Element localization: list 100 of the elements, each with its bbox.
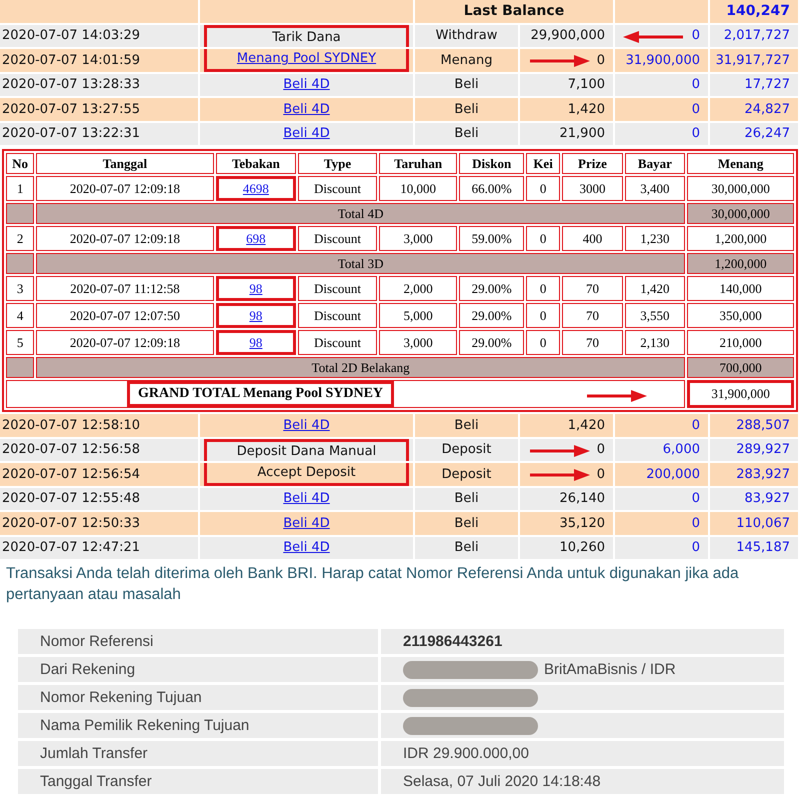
- table-cell: 2020-07-07 13:22:31: [0, 122, 200, 147]
- subtotal-label: Total 4D: [36, 203, 686, 224]
- table-cell: 4: [6, 303, 34, 328]
- table-cell: Withdraw: [415, 24, 520, 49]
- detail-value: 211986443261: [403, 633, 502, 650]
- table-cell: Beli: [415, 122, 520, 147]
- column-header: Tebakan: [216, 153, 296, 174]
- table-cell: 66.00%: [459, 176, 524, 201]
- table-cell: 0: [526, 330, 560, 355]
- table-cell: 2020-07-07 12:55:48: [0, 488, 200, 512]
- credit-amount: 0: [692, 126, 700, 142]
- detail-label: Nomor Referensi: [40, 633, 154, 650]
- table-cell: 1: [6, 176, 34, 201]
- table-cell: Discount: [298, 176, 377, 201]
- table-cell: Discount: [298, 276, 377, 301]
- credit-amount: 0: [692, 102, 700, 117]
- debit-amount: 0: [596, 52, 605, 68]
- detail-label: Tanggal Transfer: [40, 773, 152, 790]
- table-cell: 2020-07-07 13:27:55: [0, 98, 200, 122]
- transaction-link[interactable]: Beli 4D: [283, 102, 330, 117]
- table-cell: 289,927: [710, 438, 800, 463]
- debit-amount: 0: [596, 466, 605, 482]
- table-cell: 0: [526, 226, 560, 251]
- annotation-arrow-icon: [530, 55, 590, 67]
- table-cell: 0: [526, 176, 560, 201]
- subtotal-label: Total 2D Belakang: [36, 357, 686, 378]
- table-cell: 2: [6, 226, 34, 251]
- table-cell: 31,917,727: [710, 49, 800, 74]
- table-cell: Deposit: [415, 438, 520, 463]
- transaction-description: Deposit Dana Manual: [236, 444, 376, 459]
- grand-total-label: GRAND TOTAL Menang Pool SYDNEY: [127, 381, 394, 407]
- table-cell: 3,000: [378, 330, 458, 355]
- annotation-arrow-icon: [530, 444, 590, 456]
- table-cell: 2020-07-07 12:47:21: [0, 536, 200, 561]
- table-cell: Beli: [415, 74, 520, 98]
- table-cell: 2020-07-07 12:09:18: [36, 226, 214, 251]
- subtotal-value: 30,000,000: [687, 203, 794, 224]
- table-cell: 83,927: [710, 488, 800, 512]
- table-cell: 2020-07-07 12:58:10: [0, 414, 200, 438]
- debit-amount: 7,100: [568, 77, 605, 92]
- transaction-link[interactable]: Beli 4D: [283, 126, 330, 142]
- table-cell: 1,420: [624, 276, 686, 301]
- transaction-link[interactable]: Beli 4D: [283, 516, 330, 531]
- last-balance-label: Last Balance: [415, 0, 615, 24]
- guess-link[interactable]: 98: [249, 280, 262, 296]
- table-cell: Beli: [415, 536, 520, 561]
- table-cell: 5,000: [378, 303, 458, 328]
- detail-value: BritAmaBisnis / IDR: [544, 661, 676, 678]
- table-cell: 2020-07-07 13:28:33: [0, 74, 200, 98]
- credit-amount: 0: [692, 491, 700, 506]
- table-cell: 70: [562, 276, 623, 301]
- table-cell: 1,200,000: [687, 226, 794, 251]
- column-header: Bayar: [624, 153, 686, 174]
- column-header: Tanggal: [36, 153, 214, 174]
- table-cell: 5: [6, 330, 34, 355]
- table-cell: 26,247: [710, 122, 800, 147]
- credit-amount: 0: [692, 77, 700, 92]
- debit-amount: 35,120: [560, 516, 605, 531]
- table-cell: Menang: [415, 49, 520, 74]
- guess-link[interactable]: 98: [249, 308, 262, 322]
- annotation-arrow-icon: [530, 469, 590, 481]
- transaction-link[interactable]: Beli 4D: [283, 491, 330, 506]
- table-cell: 2020-07-07 12:09:18: [36, 176, 214, 201]
- table-cell: Discount: [298, 330, 377, 355]
- guess-link[interactable]: 4698: [242, 180, 269, 196]
- transaction-description: Tarik Dana: [272, 30, 341, 45]
- table-cell: 3000: [562, 176, 623, 201]
- table-cell: 145,187: [710, 536, 800, 561]
- transaction-link[interactable]: Beli 4D: [283, 540, 330, 556]
- debit-amount: 21,900: [560, 126, 605, 142]
- table-cell: 2020-07-07 12:07:50: [36, 303, 214, 328]
- credit-amount: 0: [692, 28, 700, 44]
- table-cell: 29.00%: [459, 276, 524, 301]
- table-cell: 140,000: [687, 276, 794, 301]
- detail-label: Nomor Rekening Tujuan: [40, 689, 202, 706]
- table-cell: 2020-07-07 11:12:58: [36, 276, 214, 301]
- table-cell: 110,067: [710, 512, 800, 536]
- table-cell: 24,827: [710, 98, 800, 122]
- transaction-link[interactable]: Beli 4D: [283, 418, 330, 433]
- table-cell: 10,000: [378, 176, 458, 201]
- transaction-link[interactable]: Menang Pool SYDNEY: [236, 51, 376, 66]
- transaction-link[interactable]: Beli 4D: [283, 77, 330, 92]
- column-header: Diskon: [459, 153, 524, 174]
- table-cell: 2,017,727: [710, 24, 800, 49]
- table-cell: 17,727: [710, 74, 800, 98]
- subtotal-value: 1,200,000: [687, 253, 794, 274]
- table-cell: 3,000: [378, 226, 458, 251]
- guess-link[interactable]: 698: [246, 230, 266, 246]
- table-cell: 29.00%: [459, 303, 524, 328]
- debit-amount: 10,260: [560, 540, 605, 556]
- table-cell: 0: [526, 276, 560, 301]
- credit-amount: 0: [692, 540, 700, 556]
- table-cell: Discount: [298, 226, 377, 251]
- guess-link[interactable]: 98: [249, 334, 262, 350]
- subtotal-label: Total 3D: [36, 253, 686, 274]
- detail-value: IDR 29.900.000,00: [403, 745, 529, 762]
- table-cell: 2020-07-07 12:09:18: [36, 330, 214, 355]
- grand-total-value: 31,900,000: [687, 380, 794, 408]
- detail-label: Jumlah Transfer: [40, 745, 148, 762]
- table-cell: Beli: [415, 512, 520, 536]
